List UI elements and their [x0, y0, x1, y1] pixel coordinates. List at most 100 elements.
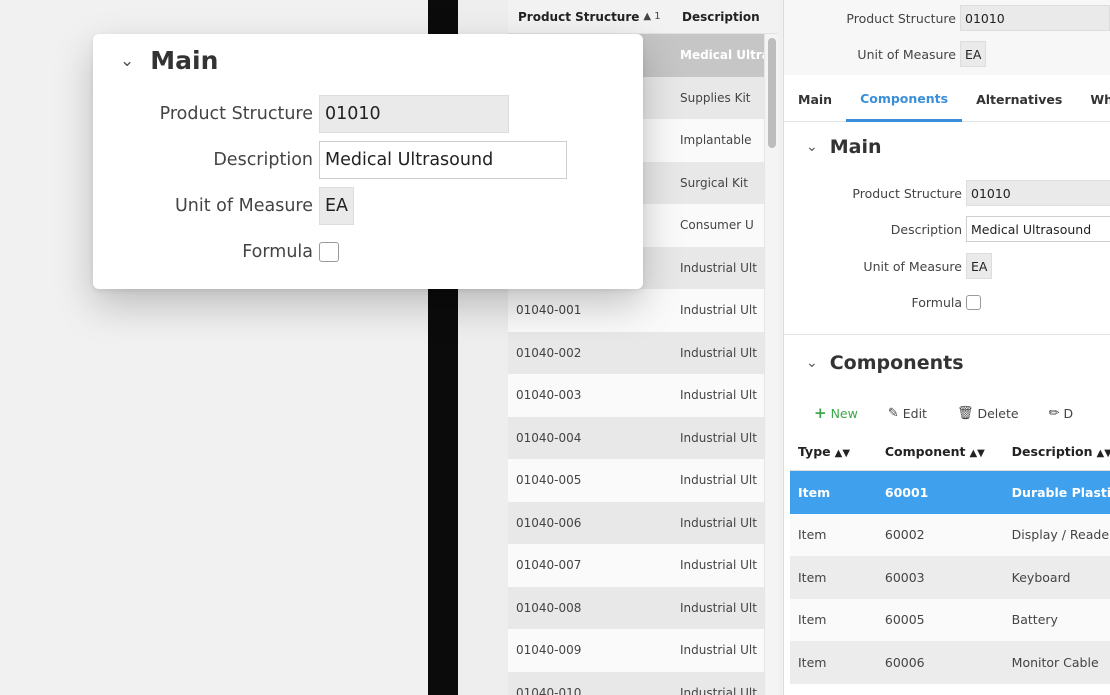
formula-checkbox[interactable] [966, 295, 981, 310]
edit-button[interactable]: ✎ Edit [888, 406, 927, 421]
detail-tabs: MainComponentsAlternativesWhe [784, 78, 1110, 122]
column-header-product-structure[interactable]: Product Structure ▲ 1 [508, 10, 674, 24]
field-label: Unit of Measure [857, 46, 956, 62]
description-cell: Surgical Kit [680, 175, 748, 190]
tab-components[interactable]: Components [846, 78, 963, 122]
zoomed-main-card: ⌄ Main Product Structure 01010 Descripti… [93, 34, 643, 289]
new-button[interactable]: + New [814, 404, 858, 422]
list-scrollbar[interactable] [764, 34, 778, 695]
description-cell: Keyboard [1011, 569, 1071, 585]
section-components-header[interactable]: ⌄ Components [806, 352, 964, 374]
description-input[interactable]: Medical Ultrasound [319, 141, 567, 179]
column-header-type[interactable]: Type ▲▼ [790, 444, 877, 459]
components-toolbar: + New ✎ Edit 🗑 Delete ✏ D [784, 398, 1110, 428]
list-row[interactable]: 01040-006 Industrial Ult [508, 501, 764, 544]
formula-checkbox[interactable] [319, 242, 339, 262]
header-product-structure-row: Product Structure 01010 [784, 5, 1110, 31]
description-cell: Industrial Ult [680, 643, 757, 658]
field-label: Formula [242, 242, 313, 262]
section-title: Main [150, 46, 219, 75]
description-cell: Industrial Ult [680, 685, 757, 695]
product-structure-cell: 01040-006 [516, 515, 582, 530]
product-structure-cell: 01040-005 [516, 473, 582, 488]
component-cell: 60003 [884, 569, 925, 585]
list-row[interactable]: 01040-002 Industrial Ult [508, 331, 764, 374]
chevron-down-icon: ⌄ [120, 50, 135, 71]
column-header-label: Product Structure [518, 9, 640, 24]
details-button[interactable]: ✏ D [1049, 406, 1074, 421]
button-label: Delete [977, 405, 1019, 421]
list-row[interactable]: 01040-009 Industrial Ult [508, 629, 764, 672]
description-cell: Industrial Ult [680, 388, 757, 403]
plus-icon: + [814, 404, 827, 422]
product-structure-cell: 01040-004 [516, 430, 582, 445]
component-cell: 60002 [884, 527, 925, 543]
description-cell: Monitor Cable [1011, 654, 1099, 670]
tab-whe[interactable]: Whe [1076, 78, 1110, 122]
product-structure-cell: 01040-001 [516, 303, 582, 318]
sort-ascending-icon: ▲ 1 [643, 11, 661, 22]
card-uom-row: Unit of Measure EA [93, 187, 355, 225]
description-cell: Industrial Ult [680, 430, 757, 445]
grid-header: Type▲▼ Component▲▼ Description▲▼ [790, 433, 1110, 471]
component-row[interactable]: Item 60005 Battery [790, 598, 1110, 641]
delete-button[interactable]: 🗑 Delete [957, 406, 1019, 421]
description-cell: Supplies Kit [680, 90, 751, 105]
scrollbar-thumb[interactable] [768, 38, 776, 148]
sort-icon: ▲▼ [969, 448, 985, 459]
main-uom-row: Unit of Measure EA [784, 253, 993, 279]
list-row[interactable]: 01040-004 Industrial Ult [508, 416, 764, 459]
description-cell: Implantable [680, 133, 752, 148]
description-cell: Durable Plastic [1011, 484, 1110, 500]
list-row[interactable]: 01040-001 Industrial Ult [508, 289, 764, 332]
button-label: New [830, 405, 858, 421]
tab-alternatives[interactable]: Alternatives [962, 78, 1076, 122]
card-description-row: Description Medical Ultrasound [93, 141, 567, 179]
description-input[interactable]: Medical Ultrasound [966, 216, 1110, 242]
description-cell: Industrial Ult [680, 600, 757, 615]
description-cell: Consumer U [680, 218, 754, 233]
main-description-row: Description Medical Ultrasound [784, 216, 1110, 242]
product-structure-cell: 01040-002 [516, 345, 582, 360]
component-row[interactable]: Item 60002 Display / Reader [790, 513, 1110, 556]
description-cell: Display / Reader [1011, 527, 1110, 543]
product-structure-cell: 01040-008 [516, 600, 582, 615]
type-cell: Item [798, 569, 827, 585]
pencil-icon: ✎ [887, 405, 899, 421]
description-cell: Battery [1011, 612, 1058, 628]
type-cell: Item [798, 612, 827, 628]
description-cell: Industrial Ult [680, 303, 757, 318]
card-section-header[interactable]: ⌄ Main [120, 46, 218, 75]
type-cell: Item [798, 527, 827, 543]
description-cell: Industrial Ult [680, 473, 757, 488]
product-structure-cell: 01040-010 [516, 685, 582, 695]
component-row[interactable]: Item 60003 Keyboard [790, 556, 1110, 599]
tab-main[interactable]: Main [784, 78, 846, 122]
list-row[interactable]: 01040-005 Industrial Ult [508, 459, 764, 502]
list-row[interactable]: 01040-010 Industrial Ult [508, 671, 764, 695]
detail-header: Product Structure 01010 Unit of Measure … [784, 0, 1110, 75]
section-divider [784, 334, 1110, 335]
section-main-header[interactable]: ⌄ Main [806, 136, 882, 158]
chevron-down-icon: ⌄ [806, 355, 818, 371]
list-row[interactable]: 01040-008 Industrial Ult [508, 586, 764, 629]
uom-field: EA [960, 41, 987, 67]
product-structure-cell: 01040-009 [516, 643, 582, 658]
field-label: Description [890, 221, 962, 237]
product-structure-field: 01010 [966, 180, 1110, 206]
column-header-component[interactable]: Component ▲▼ [877, 444, 1004, 459]
field-label: Product Structure [846, 10, 956, 26]
column-header-description[interactable]: Description▲▼ [1004, 444, 1110, 459]
list-row[interactable]: 01040-003 Industrial Ult [508, 374, 764, 417]
description-cell: Industrial Ult [680, 558, 757, 573]
uom-field: EA [966, 253, 993, 279]
component-cell: 60005 [884, 612, 925, 628]
component-row[interactable]: Item 60006 Monitor Cable [790, 641, 1110, 684]
component-row[interactable]: Item 60001 Durable Plastic [790, 471, 1110, 514]
column-header-description[interactable]: Description [674, 10, 760, 24]
type-cell: Item [798, 654, 827, 670]
header-uom-row: Unit of Measure EA [784, 41, 987, 67]
field-label: Description [213, 150, 313, 170]
description-cell: Industrial Ult [680, 260, 757, 275]
list-row[interactable]: 01040-007 Industrial Ult [508, 544, 764, 587]
